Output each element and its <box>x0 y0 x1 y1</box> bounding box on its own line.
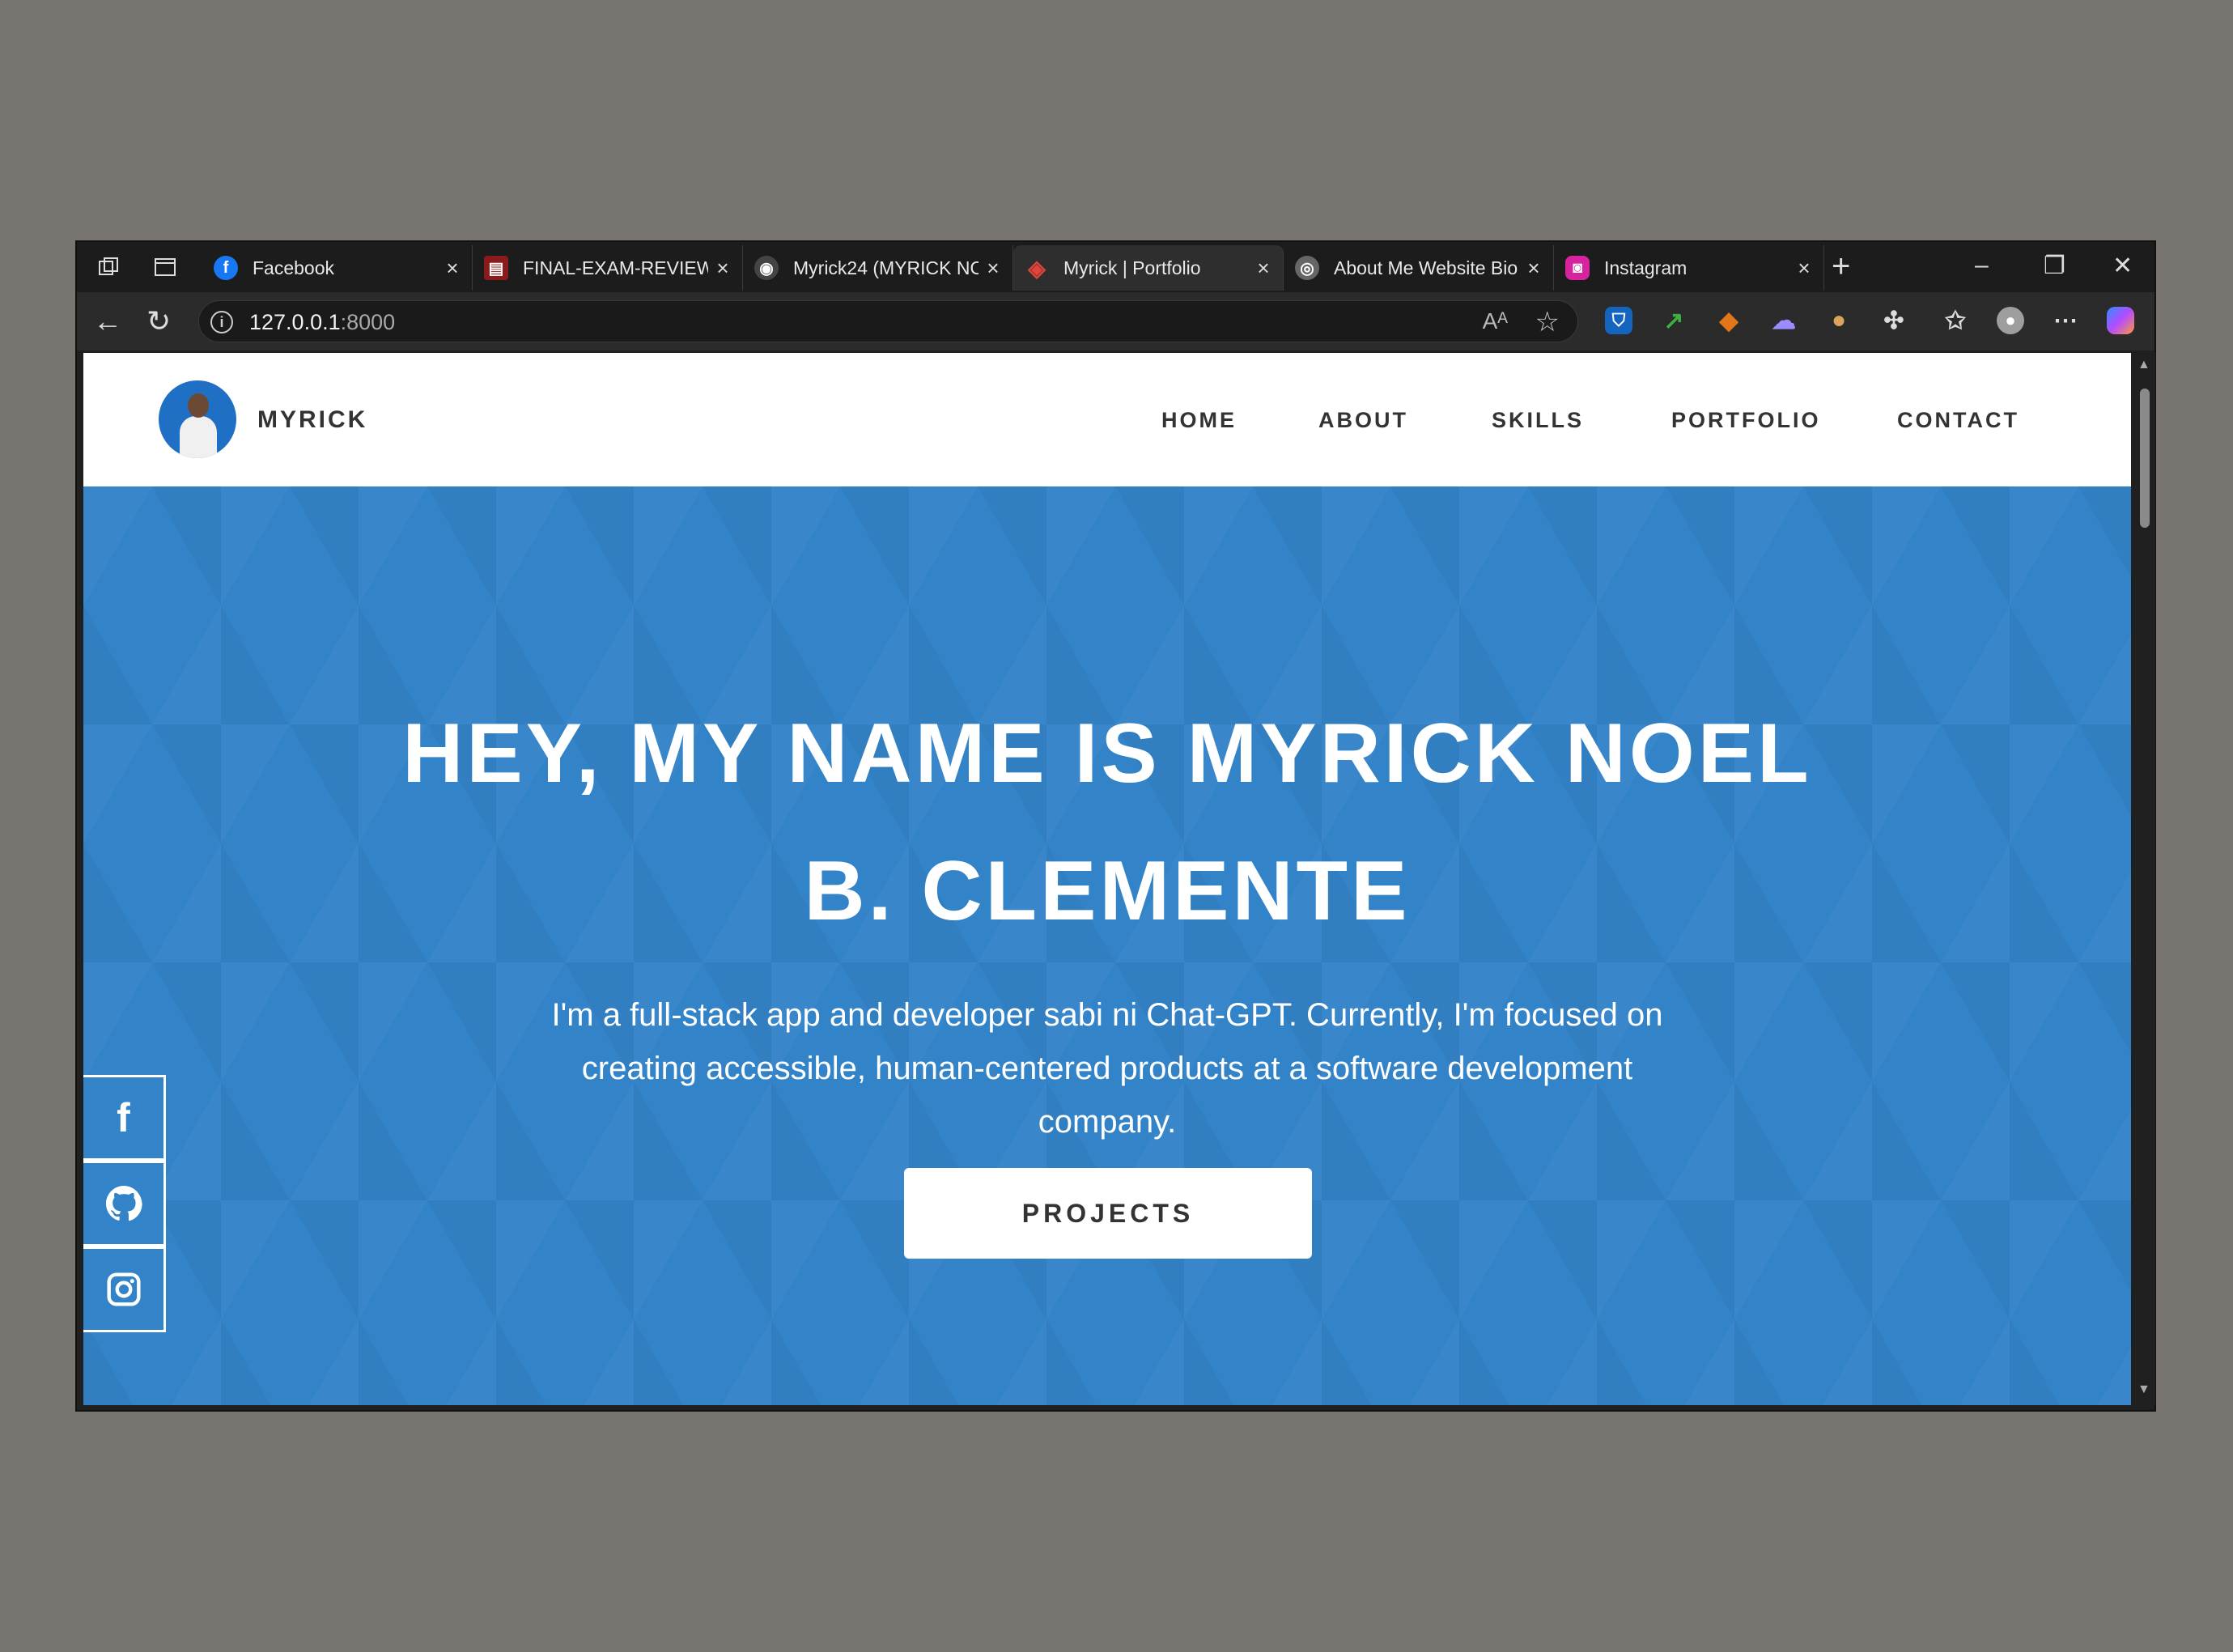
tab-facebook[interactable]: f Facebook × <box>202 245 473 291</box>
back-arrow-icon[interactable]: ← <box>93 305 122 338</box>
facebook-icon: f <box>214 256 238 280</box>
globe-icon: ◎ <box>1295 256 1319 280</box>
projects-button[interactable]: PROJECTS <box>904 1168 1312 1259</box>
tab-about-me[interactable]: ◎ About Me Website Bio × <box>1284 245 1554 291</box>
cookie-icon[interactable]: ● <box>1825 307 1853 334</box>
metamask-fox-icon[interactable]: ◆ <box>1715 307 1743 334</box>
tab-final-exam-reviewer[interactable]: ▤ FINAL-EXAM-REVIEWER × <box>473 245 743 291</box>
social-link-facebook[interactable]: f <box>83 1075 166 1161</box>
restore-icon[interactable]: ❐ <box>2044 252 2065 280</box>
bitwarden-icon[interactable]: ⛉ <box>1605 307 1632 334</box>
hero-title: HEY, MY NAME IS MYRICK NOEL B. CLEMENTE <box>402 707 1812 938</box>
page-scrollbar[interactable]: ▲ ▼ <box>2133 353 2155 1405</box>
tab-portfolio[interactable]: ◈ Myrick | Portfolio × <box>1013 245 1284 291</box>
close-window-icon[interactable]: ✕ <box>2112 252 2133 280</box>
document-icon: ▤ <box>484 256 508 280</box>
read-aloud-icon[interactable]: A᠎ᴬ <box>1483 308 1508 334</box>
nav-home[interactable]: HOME <box>1161 408 1237 433</box>
close-icon[interactable]: × <box>1789 256 1819 281</box>
brand-name[interactable]: MYRICK <box>257 406 367 434</box>
scrollbar-thumb[interactable] <box>2140 389 2150 528</box>
github-icon <box>105 1185 142 1221</box>
info-icon[interactable]: i <box>210 311 233 333</box>
tab-instagram[interactable]: ◙ Instagram × <box>1554 245 1824 291</box>
favorites-icon[interactable]: ✩ <box>1942 307 1969 334</box>
address-bar[interactable]: i 127.0.0.1:8000 A᠎ᴬ ☆ <box>198 300 1578 342</box>
nav-contact[interactable]: CONTACT <box>1897 408 2019 433</box>
instagram-icon <box>106 1272 141 1306</box>
social-link-github[interactable] <box>83 1161 166 1246</box>
address-toolbar: ← ↻ i 127.0.0.1:8000 A᠎ᴬ ☆ ⛉ ↗ ◆ ☁ ● ✣ ✩… <box>77 292 2154 350</box>
avatar[interactable] <box>159 380 236 458</box>
favorite-star-icon[interactable]: ☆ <box>1535 306 1560 338</box>
site-navbar: MYRICK HOME ABOUT SKILLS PORTFOLIO CONTA… <box>83 353 2131 486</box>
tab-github[interactable]: ◉ Myrick24 (MYRICK NOEL × <box>743 245 1013 291</box>
close-icon[interactable]: × <box>1519 256 1548 281</box>
refresh-icon[interactable]: ↻ <box>146 305 171 338</box>
copilot-icon[interactable] <box>2107 307 2134 334</box>
url-text: 127.0.0.1:8000 <box>249 310 396 334</box>
vertical-tabs-icon[interactable] <box>151 253 179 281</box>
hero-section: HEY, MY NAME IS MYRICK NOEL B. CLEMENTE … <box>83 486 2131 1405</box>
scroll-up-arrow-icon[interactable]: ▲ <box>2137 358 2150 372</box>
workspaces-icon[interactable] <box>95 253 122 281</box>
close-icon[interactable]: × <box>1249 256 1278 281</box>
browser-window: f Facebook × ▤ FINAL-EXAM-REVIEWER × ◉ M… <box>75 240 2156 1412</box>
tab-strip: f Facebook × ▤ FINAL-EXAM-REVIEWER × ◉ M… <box>77 242 2154 292</box>
page-viewport: MYRICK HOME ABOUT SKILLS PORTFOLIO CONTA… <box>83 353 2131 1405</box>
facebook-icon: f <box>117 1095 130 1140</box>
laravel-icon: ◈ <box>1028 255 1046 281</box>
chart-extension-icon[interactable]: ↗ <box>1660 307 1687 334</box>
ghost-extension-icon[interactable]: ☁ <box>1770 307 1798 334</box>
minimize-icon[interactable]: – <box>1975 252 1989 279</box>
more-menu-icon[interactable]: ⋯ <box>2052 307 2079 334</box>
github-icon: ◉ <box>754 256 779 280</box>
profile-avatar-icon[interactable]: ● <box>1997 307 2024 334</box>
hero-description: I'm a full-stack app and developer sabi … <box>551 997 1663 1140</box>
new-tab-button[interactable]: + <box>1832 250 1850 282</box>
close-icon[interactable]: × <box>708 256 737 281</box>
close-icon[interactable]: × <box>979 256 1008 281</box>
social-link-instagram[interactable] <box>83 1246 166 1332</box>
scroll-down-arrow-icon[interactable]: ▼ <box>2137 1382 2150 1397</box>
nav-portfolio[interactable]: PORTFOLIO <box>1671 408 1821 433</box>
nav-skills[interactable]: SKILLS <box>1492 408 1584 433</box>
extensions-puzzle-icon[interactable]: ✣ <box>1880 307 1908 334</box>
nav-about[interactable]: ABOUT <box>1318 408 1408 433</box>
close-icon[interactable]: × <box>438 256 467 281</box>
instagram-icon: ◙ <box>1565 256 1590 280</box>
